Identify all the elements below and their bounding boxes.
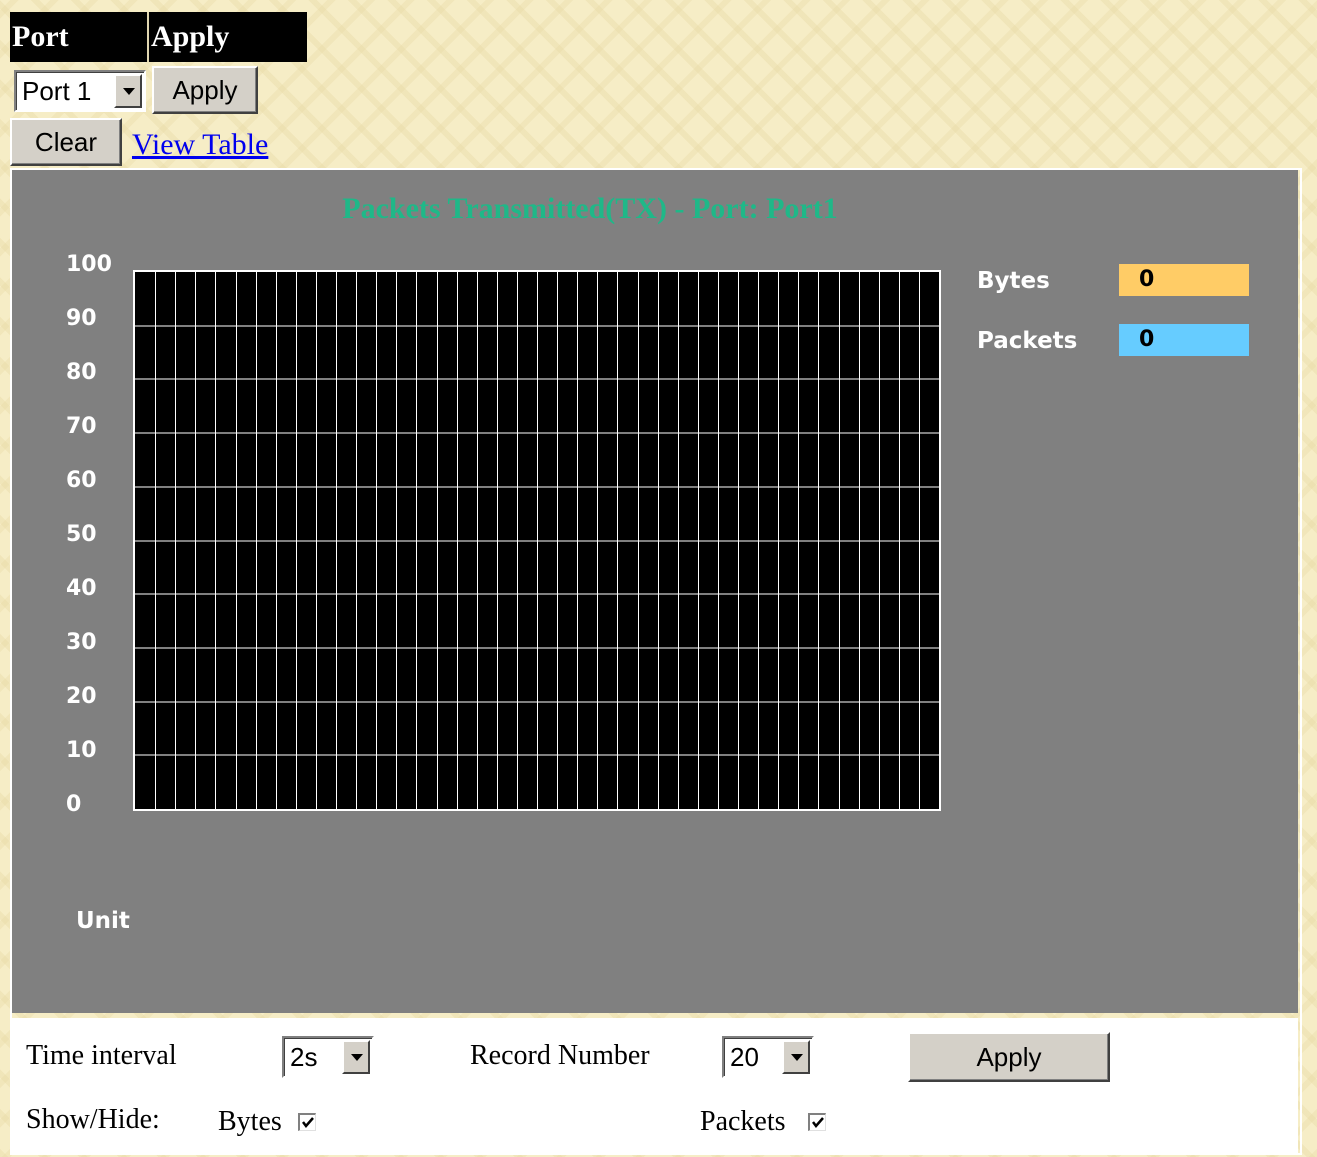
checkmark-icon: [302, 1117, 314, 1128]
y-tick-label: 10: [66, 738, 97, 763]
apply-header: Apply: [149, 12, 307, 62]
y-tick-label: 80: [66, 360, 97, 385]
legend-bytes-label: Bytes: [977, 268, 1050, 294]
packets-checkbox[interactable]: [808, 1113, 826, 1131]
y-tick-label: 50: [66, 522, 97, 547]
record-number-select[interactable]: 20: [722, 1036, 814, 1078]
y-tick-label: 30: [66, 630, 97, 655]
clear-button[interactable]: Clear: [10, 118, 122, 166]
legend-packets-value: 0: [1119, 324, 1249, 356]
port-header: Port: [10, 12, 149, 62]
record-number-label: Record Number: [470, 1040, 650, 1071]
y-axis-unit-label: Unit: [76, 908, 130, 934]
record-number-value: 20: [730, 1042, 759, 1072]
apply-port-button[interactable]: Apply: [152, 66, 258, 114]
header-row: Port Apply: [10, 12, 307, 62]
apply-settings-button[interactable]: Apply: [908, 1032, 1110, 1082]
y-tick-label: 100: [66, 252, 112, 277]
packets-checkbox-label: Packets: [700, 1106, 786, 1137]
plot-area: [133, 270, 941, 811]
checkmark-icon: [812, 1117, 824, 1128]
show-hide-label: Show/Hide:: [26, 1104, 160, 1135]
time-interval-label: Time interval: [26, 1040, 177, 1071]
bytes-checkbox-label: Bytes: [218, 1106, 282, 1137]
legend-bytes-value: 0: [1119, 264, 1249, 296]
time-interval-value: 2s: [290, 1042, 318, 1072]
y-tick-label: 90: [66, 306, 97, 331]
time-interval-select[interactable]: 2s: [282, 1036, 374, 1078]
y-tick-label: 40: [66, 576, 97, 601]
y-tick-label: 0: [66, 792, 82, 817]
bytes-checkbox[interactable]: [298, 1113, 316, 1131]
y-tick-label: 20: [66, 684, 97, 709]
chevron-down-icon[interactable]: [782, 1040, 810, 1074]
chevron-down-icon[interactable]: [114, 74, 142, 108]
port-select[interactable]: Port 1: [14, 70, 146, 112]
y-tick-label: 70: [66, 414, 97, 439]
chevron-down-icon[interactable]: [342, 1040, 370, 1074]
legend-packets-label: Packets: [977, 328, 1078, 354]
port-select-value: Port 1: [22, 76, 92, 106]
chart-title: Packets Transmitted(TX) - Port: Port1: [342, 192, 838, 225]
view-table-link[interactable]: View Table: [132, 128, 268, 162]
y-tick-label: 60: [66, 468, 97, 493]
plot-grid: [135, 272, 939, 809]
